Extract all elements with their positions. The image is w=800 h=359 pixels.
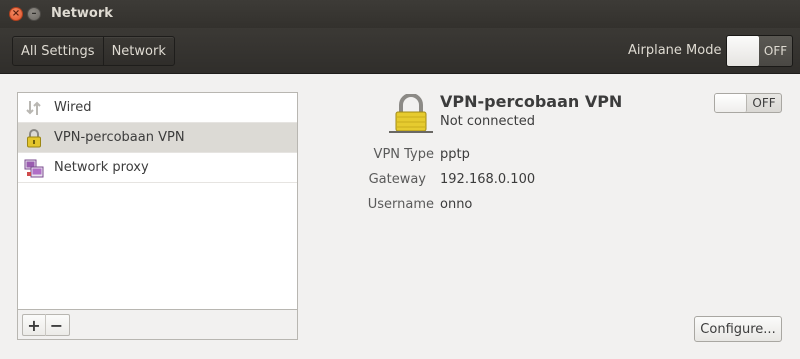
switch-knob (715, 94, 747, 112)
toolbar: All Settings Network Airplane Mode OFF (0, 28, 800, 74)
breadcrumb-network[interactable]: Network (102, 37, 174, 65)
network-wired-icon (24, 98, 44, 118)
configure-button[interactable]: Configure... (694, 316, 782, 342)
switch-knob (727, 36, 759, 66)
breadcrumb: All Settings Network (12, 36, 175, 66)
connection-status: Not connected (440, 114, 535, 129)
sidebar-item-vpn[interactable]: VPN-percobaan VPN (18, 123, 297, 153)
username-value: onno (440, 197, 473, 212)
add-connection-button[interactable]: + (23, 314, 45, 336)
sidebar-item-network-proxy[interactable]: Network proxy (18, 153, 297, 183)
username-label: Username (367, 197, 434, 212)
network-proxy-icon (24, 158, 44, 178)
minimize-window-button[interactable]: – (27, 7, 41, 21)
list-toolbar: + − (17, 310, 298, 340)
network-settings-window: × – Network All Settings Network Airplan… (0, 0, 800, 359)
vpn-switch-state: OFF (752, 96, 776, 110)
vpn-type-value: pptp (440, 147, 470, 162)
breadcrumb-all-settings[interactable]: All Settings (13, 37, 103, 65)
airplane-mode-label: Airplane Mode (628, 43, 722, 58)
connection-list: Wired VPN-percobaan VPN Network proxy (17, 92, 298, 310)
vpn-lock-icon (24, 128, 44, 148)
gateway-value: 192.168.0.100 (440, 172, 536, 187)
connection-title: VPN-percobaan VPN (440, 92, 623, 111)
sidebar-item-wired[interactable]: Wired (18, 93, 297, 123)
sidebar-item-label: VPN-percobaan VPN (54, 130, 185, 145)
gateway-label: Gateway (368, 172, 426, 187)
airplane-mode-state: OFF (763, 44, 788, 58)
vpn-lock-icon (389, 93, 433, 134)
sidebar-item-label: Wired (54, 100, 92, 115)
sidebar-item-label: Network proxy (54, 160, 149, 175)
remove-connection-button[interactable]: − (45, 314, 67, 336)
vpn-connect-switch[interactable]: OFF (714, 93, 782, 113)
close-icon: × (11, 8, 21, 19)
close-window-button[interactable]: × (9, 7, 23, 21)
title-bar: × – Network (0, 0, 800, 28)
window-title: Network (51, 6, 113, 21)
minimize-icon: – (31, 8, 37, 19)
vpn-type-label: VPN Type (373, 147, 434, 162)
airplane-mode-switch[interactable]: OFF (726, 35, 793, 67)
